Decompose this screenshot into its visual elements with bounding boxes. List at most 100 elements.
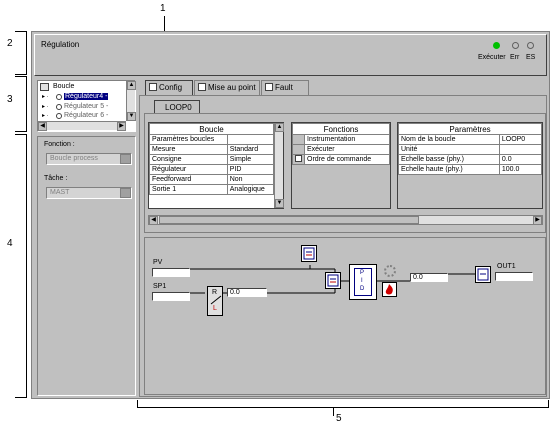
tab-loop0[interactable]: LOOP0 <box>154 100 200 114</box>
measure-block[interactable] <box>301 245 317 262</box>
scroll-right-icon[interactable]: ▶ <box>533 216 542 225</box>
table-row[interactable]: Unité <box>398 144 543 155</box>
tree-item[interactable]: ▸ · Régulateur4 - <box>42 93 122 102</box>
config-icon <box>149 83 157 91</box>
tree-expand-icon[interactable]: ▸ · <box>42 103 49 110</box>
pid-inner: P I D <box>354 268 372 296</box>
debug-icon <box>198 83 206 91</box>
function-panel: Fonction : Boucle process Tâche : MAST <box>37 136 136 396</box>
calc-block[interactable] <box>325 272 341 289</box>
table-row[interactable]: Echelle haute (phy.) 100.0 <box>398 164 543 175</box>
out1-label: OUT1 <box>497 263 516 270</box>
scroll-down-icon[interactable]: ▼ <box>127 112 136 121</box>
table-row[interactable]: Sortie 1 Analogique <box>149 184 275 195</box>
setpoint-value-field[interactable]: 0.0 <box>227 288 267 297</box>
tree-root-icon <box>40 83 49 91</box>
scroll-up-icon[interactable]: ▲ <box>275 123 284 132</box>
table-cell: Sortie 1 <box>149 184 228 195</box>
function-select[interactable]: Boucle process <box>46 153 132 165</box>
remote-local-block[interactable]: R L <box>207 286 223 316</box>
tab-config[interactable]: Config <box>145 80 193 95</box>
callout-3-bracket <box>15 76 27 132</box>
table-cell: Nom de la boucle <box>398 134 500 145</box>
scroll-thumb[interactable] <box>159 216 419 224</box>
row-marker <box>292 154 305 165</box>
tree-expand-icon[interactable]: ▸ · <box>42 112 49 119</box>
tree-item-label[interactable]: Régulateur 5 - <box>64 103 108 110</box>
callout-3: 3 <box>7 94 13 105</box>
dropdown-icon[interactable] <box>120 154 131 164</box>
calc-block-icon <box>327 274 339 287</box>
pid-letter: I <box>361 278 363 284</box>
tree-item-label[interactable]: Régulateur 6 - <box>64 112 108 119</box>
table-row[interactable]: Consigne Simple <box>149 154 275 165</box>
table-cell[interactable] <box>498 144 543 155</box>
callout-1: 1 <box>160 3 166 14</box>
table-cell <box>226 134 275 145</box>
pv-label: PV <box>153 259 163 266</box>
tree-root-label[interactable]: Boucle <box>53 83 74 90</box>
switch-icon <box>210 295 222 305</box>
tree-item-label[interactable]: Régulateur4 - <box>64 93 109 100</box>
table-cell[interactable]: 0.0 <box>498 154 543 165</box>
callout-5-tick <box>333 408 334 416</box>
tree-item[interactable]: ▸ · Régulateur 5 - <box>42 103 122 112</box>
params-table-header: Paramètres <box>398 123 542 135</box>
task-label: Tâche : <box>44 175 68 182</box>
tree-vscroll[interactable]: ▲ ▼ <box>126 81 136 121</box>
regulator-icon <box>56 94 62 100</box>
pid-block[interactable]: P I D <box>349 264 377 300</box>
scroll-left-icon[interactable]: ◀ <box>149 216 158 225</box>
execute-status-label: Exécuter <box>478 54 506 61</box>
tables-region: Boucle Paramètres boucles Mesure Standard… <box>144 113 546 233</box>
callout-2: 2 <box>7 38 13 49</box>
out1-field[interactable] <box>495 272 533 281</box>
execute-status-led <box>493 42 500 49</box>
table-row[interactable]: Exécuter <box>292 144 390 155</box>
table-row[interactable]: Instrumentation <box>292 134 390 145</box>
output-block[interactable] <box>475 266 491 283</box>
tab-fault[interactable]: Fault <box>261 80 309 95</box>
tab-fault-label: Fault <box>275 83 293 92</box>
tab-mise-au-point[interactable]: Mise au point <box>194 80 260 95</box>
table-cell: Paramètres boucles <box>149 134 228 145</box>
table-cell: Instrumentation <box>304 134 390 145</box>
setpoint-value: 0.0 <box>230 289 240 296</box>
table-row[interactable]: Régulateur PID <box>149 164 275 175</box>
pv-field[interactable] <box>152 268 190 277</box>
table-row[interactable]: Echelle basse (phy.) 0.0 <box>398 154 543 165</box>
dropdown-icon[interactable] <box>120 188 131 198</box>
callout-4-bracket <box>15 134 27 398</box>
regulation-window: Régulation Exécuter Err ES Boucle ▸ · Ré… <box>31 31 550 399</box>
regulator-icon <box>56 113 62 119</box>
loop-tree[interactable]: Boucle ▸ · Régulateur4 - ▸ · Régulateur … <box>37 80 136 132</box>
table-row[interactable]: Mesure Standard <box>149 144 275 155</box>
sp1-field[interactable] <box>152 292 190 301</box>
gear-icon[interactable] <box>384 265 396 277</box>
tree-expand-icon[interactable]: ▸ · <box>42 93 49 100</box>
scroll-down-icon[interactable]: ▼ <box>275 199 284 208</box>
boucle-table-scrollbar[interactable]: ▲ ▼ <box>274 123 284 208</box>
table-cell[interactable]: LOOP0 <box>498 134 543 145</box>
fire-icon[interactable] <box>382 282 397 297</box>
main-tabs: Config Mise au point Fault <box>145 80 355 96</box>
tables-hscrollbar[interactable]: ◀ ▶ <box>148 215 543 225</box>
scroll-right-icon[interactable]: ▶ <box>117 122 126 131</box>
task-select[interactable]: MAST <box>46 187 132 199</box>
tree-hscroll[interactable]: ◀ ▶ <box>38 121 126 131</box>
table-row[interactable]: Feedforward Non <box>149 174 275 185</box>
scroll-up-icon[interactable]: ▲ <box>127 81 136 90</box>
table-row[interactable]: Nom de la boucle LOOP0 <box>398 134 543 145</box>
output-value-field[interactable]: 0.0 <box>410 273 448 282</box>
table-cell[interactable]: 100.0 <box>498 164 543 175</box>
tree-item[interactable]: ▸ · Régulateur 6 - <box>42 112 122 121</box>
output-value: 0.0 <box>413 274 423 281</box>
flame-glyph <box>385 284 393 295</box>
table-row[interactable]: Ordre de commande <box>292 154 390 165</box>
tab-loop0-label: LOOP0 <box>165 103 192 112</box>
table-row[interactable]: Paramètres boucles <box>149 134 275 145</box>
scroll-left-icon[interactable]: ◀ <box>38 122 47 131</box>
checkbox-icon[interactable] <box>295 155 302 162</box>
fonctions-table-header: Fonctions <box>292 123 390 135</box>
err-status-led <box>512 42 519 49</box>
